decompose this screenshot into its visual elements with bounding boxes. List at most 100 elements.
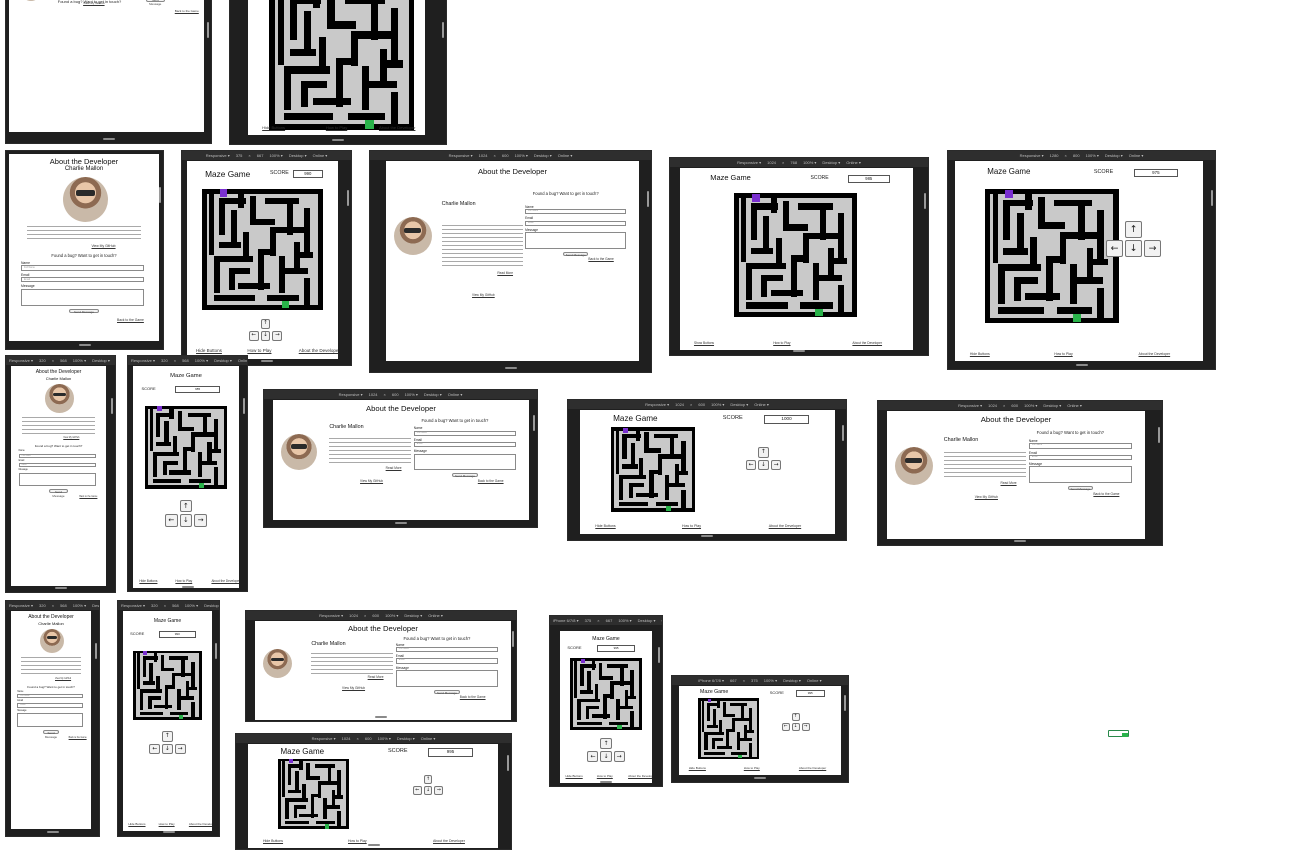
arrow-right-button[interactable]: → <box>272 331 283 342</box>
width-field[interactable]: 375 <box>236 153 243 158</box>
width-field[interactable]: 1024 <box>349 613 358 618</box>
toggle-buttons-link[interactable]: Hide Buttons <box>196 348 222 353</box>
github-link[interactable]: View My GitHub <box>63 437 79 439</box>
how-to-play-link[interactable]: How to Play <box>773 341 790 345</box>
scrollbar[interactable] <box>924 193 926 210</box>
back-to-game-link[interactable]: Back to the Game <box>117 318 144 322</box>
resize-handle[interactable] <box>600 781 612 783</box>
about-developer-link[interactable]: About the Developer <box>189 822 212 826</box>
width-field[interactable]: 1280 <box>1050 153 1059 158</box>
resize-handle[interactable] <box>504 367 517 369</box>
how-to-play-link[interactable]: How to Play <box>1054 352 1073 356</box>
message-textarea[interactable] <box>413 453 517 471</box>
send-message-button[interactable]: Send Message <box>1067 486 1094 491</box>
device-select[interactable]: Responsive ▾ <box>645 402 669 407</box>
arrow-right-button[interactable]: → <box>613 750 625 762</box>
device-class-select[interactable]: Desktop ▾ <box>424 392 442 397</box>
device-class-select[interactable]: Desktop ▾ <box>783 678 801 683</box>
network-select[interactable]: Online ▾ <box>846 160 861 165</box>
zoom-select[interactable]: 100% ▾ <box>764 678 777 683</box>
how-to-play-link[interactable]: How to Play <box>597 774 613 778</box>
arrow-up-button[interactable]: ↑ <box>758 447 769 458</box>
about-developer-link[interactable]: About the Developer <box>211 579 239 583</box>
name-input[interactable]: Full Name <box>395 647 499 653</box>
arrow-down-button[interactable]: ↓ <box>600 750 612 762</box>
arrow-right-button[interactable]: → <box>434 786 444 795</box>
device-class-select[interactable]: Desktop ▾ <box>92 603 99 608</box>
about-developer-link[interactable]: About the Developer <box>299 348 338 353</box>
height-field[interactable]: 667 <box>257 153 264 158</box>
arrow-up-button[interactable]: ↑ <box>162 731 173 742</box>
network-select[interactable]: Online ▾ <box>1129 153 1144 158</box>
message-textarea[interactable] <box>395 669 499 687</box>
tray-icon[interactable] <box>1108 728 1129 738</box>
github-link[interactable]: View My GitHub <box>472 293 495 297</box>
back-to-game-link[interactable]: Back to the Game <box>69 737 87 739</box>
scrollbar[interactable] <box>442 21 444 38</box>
github-link[interactable]: View My GitHub <box>92 244 116 248</box>
email-input[interactable]: Email <box>413 442 517 448</box>
resize-handle[interactable] <box>54 587 67 589</box>
name-input[interactable]: Full Name <box>17 693 83 699</box>
send-message-button[interactable]: Send Message <box>145 0 165 6</box>
device-select[interactable]: Responsive ▾ <box>9 358 33 363</box>
send-message-button[interactable]: Send Message <box>434 689 460 695</box>
github-link[interactable]: View My GitHub <box>55 678 71 680</box>
scrollbar[interactable] <box>111 398 113 415</box>
scrollbar[interactable] <box>512 630 514 647</box>
network-select[interactable]: Online ▾ <box>661 618 662 623</box>
name-input[interactable]: Full Name <box>413 430 517 436</box>
device-select[interactable]: Responsive ▾ <box>449 153 473 158</box>
scrollbar[interactable] <box>207 21 209 38</box>
device-select[interactable]: Responsive ▾ <box>319 613 343 618</box>
zoom-select[interactable]: 100% ▾ <box>803 160 816 165</box>
resize-handle[interactable] <box>46 831 59 833</box>
send-message-button[interactable]: Send Message <box>563 251 589 257</box>
arrow-right-button[interactable]: → <box>770 459 782 471</box>
height-field[interactable]: 568 <box>182 358 189 363</box>
email-input[interactable]: Email <box>18 463 97 468</box>
scrollbar[interactable] <box>215 643 217 660</box>
arrow-up-button[interactable]: ↑ <box>600 737 612 749</box>
scrollbar[interactable] <box>95 643 97 660</box>
how-to-play-link[interactable]: How to Play <box>744 766 760 770</box>
back-to-game-link[interactable]: Back to the Game <box>588 257 613 261</box>
scrollbar[interactable] <box>1211 190 1213 207</box>
about-developer-link[interactable]: About the Developer <box>1139 352 1171 356</box>
device-class-select[interactable]: Desktop ▾ <box>1043 403 1061 408</box>
toggle-buttons-link[interactable]: Hide Buttons <box>139 579 157 583</box>
width-field[interactable]: 1024 <box>675 402 684 407</box>
back-to-game-link[interactable]: Back to the Game <box>79 496 97 498</box>
width-field[interactable]: 1024 <box>369 392 378 397</box>
message-textarea[interactable] <box>1028 466 1133 484</box>
zoom-select[interactable]: 100% ▾ <box>405 392 418 397</box>
height-field[interactable]: 600 <box>698 402 705 407</box>
email-input[interactable]: Email <box>1028 454 1133 461</box>
about-developer-link[interactable]: About the Developer <box>379 125 415 130</box>
read-more-link[interactable]: Read More <box>1001 481 1017 485</box>
device-class-select[interactable]: Desktop ▾ <box>92 358 110 363</box>
resize-handle[interactable] <box>162 831 175 833</box>
width-field[interactable]: 375 <box>585 618 592 623</box>
arrow-left-button[interactable]: ← <box>587 750 599 762</box>
network-select[interactable]: Online ▾ <box>428 613 443 618</box>
back-to-game-link[interactable]: Back to the Game <box>175 9 199 13</box>
toggle-buttons-link[interactable]: Hide Buttons <box>262 125 285 130</box>
zoom-select[interactable]: 100% ▾ <box>73 358 86 363</box>
zoom-select[interactable]: 100% ▾ <box>185 603 198 608</box>
resize-handle[interactable] <box>332 139 344 141</box>
about-developer-link[interactable]: About the Developer <box>628 774 652 778</box>
device-select[interactable]: Responsive ▾ <box>312 736 336 741</box>
width-field[interactable]: 667 <box>730 678 737 683</box>
device-select[interactable]: Responsive ▾ <box>9 603 33 608</box>
network-select[interactable]: Online ▾ <box>1067 403 1082 408</box>
how-to-play-link[interactable]: How to Play <box>326 125 347 130</box>
scrollbar[interactable] <box>1158 426 1160 443</box>
device-select[interactable]: iPhone 6/7/8 ▾ <box>698 678 724 683</box>
arrow-down-button[interactable]: ↓ <box>423 786 433 795</box>
height-field[interactable]: 568 <box>60 603 67 608</box>
network-select[interactable]: Online ▾ <box>448 392 463 397</box>
message-textarea[interactable] <box>17 712 83 727</box>
name-input[interactable]: Full Name <box>21 265 144 271</box>
zoom-select[interactable]: 100% ▾ <box>269 153 282 158</box>
